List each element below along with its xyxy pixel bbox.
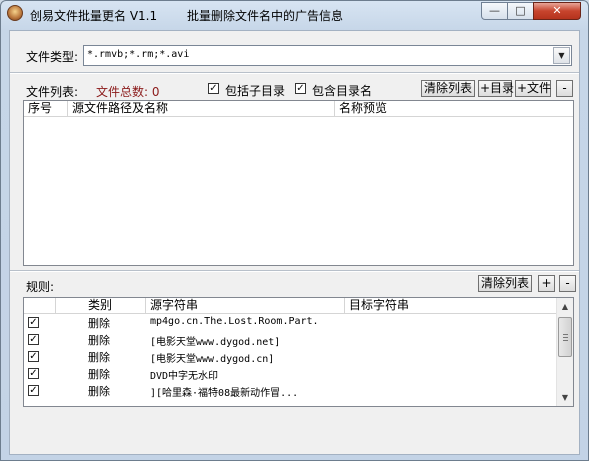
maximize-icon: □ [515,4,526,17]
scroll-up-icon[interactable]: ▲ [557,298,573,315]
rules-list-header: 类别 源字符串 目标字符串 [24,298,557,314]
file-count: 文件总数: 0 [96,85,160,99]
rule-enabled-checkbox[interactable]: ✓ [28,368,39,379]
filetype-combobox[interactable]: *.rmvb;*.rm;*.avi ▼ [83,45,572,66]
add-rule-button[interactable]: + [538,275,555,292]
rules-scrollbar[interactable]: ▲ ▼ [556,298,573,406]
column-header-preview[interactable]: 名称预览 [335,101,573,116]
file-listview[interactable]: 序号 源文件路径及名称 名称预览 [23,100,574,266]
check-icon: ✓ [209,83,218,94]
remove-file-button[interactable]: - [556,80,573,97]
filetype-value: *.rmvb;*.rm;*.avi [87,49,190,60]
window-subtitle: 批量删除文件名中的广告信息 [187,9,344,23]
column-header-source-string[interactable]: 源字符串 [146,298,345,313]
filetype-label: 文件类型: [26,50,79,64]
app-window: 创易文件批量更名 V1.1 批量删除文件名中的广告信息 — □ ✕ 文件类型: … [0,0,589,461]
rule-row[interactable]: ✓ 删除 ][哈里森·福特08最新动作冒... [24,382,564,399]
include-dirname-label: 包含目录名 [312,84,373,98]
minimize-icon: — [489,4,500,17]
rule-source-string: mp4go.cn.The.Lost.Room.Part. [150,316,319,327]
check-icon: ✓ [29,351,38,362]
include-subdirs-checkbox[interactable]: ✓ [208,83,219,94]
column-header-category[interactable]: 类别 [56,298,146,313]
rule-category: 删除 [88,351,110,364]
remove-rule-button[interactable]: - [559,275,576,292]
window-title: 创易文件批量更名 V1.1 [30,9,158,23]
rules-label: 规则: [26,280,55,294]
title-bar[interactable]: 创易文件批量更名 V1.1 批量删除文件名中的广告信息 — □ ✕ [1,1,588,28]
rule-source-string: [电影天堂www.dygod.cn] [150,354,275,365]
divider [10,270,579,272]
column-header-enabled[interactable] [24,298,56,313]
clear-files-button[interactable]: 清除列表 [421,80,475,97]
close-button[interactable]: ✕ [533,2,581,20]
add-file-button[interactable]: +文件 [515,80,551,97]
maximize-button[interactable]: □ [507,2,534,20]
rule-enabled-checkbox[interactable]: ✓ [28,351,39,362]
rules-listview[interactable]: 类别 源字符串 目标字符串 ✓ 删除 mp4go.cn.The.Lost.Room.… [23,297,574,407]
main-panel: 文件类型: *.rmvb;*.rm;*.avi ▼ 文件列表: 文件总数: 0 … [9,30,580,455]
check-icon: ✓ [29,334,38,345]
rule-category: 删除 [88,334,110,347]
scroll-down-icon[interactable]: ▼ [557,389,573,406]
column-header-index[interactable]: 序号 [24,101,68,116]
check-icon: ✓ [29,368,38,379]
rule-row[interactable]: ✓ 删除 mp4go.cn.The.Lost.Room.Part. [24,314,564,331]
column-header-target-string[interactable]: 目标字符串 [345,298,557,313]
divider [10,72,579,74]
rule-enabled-checkbox[interactable]: ✓ [28,334,39,345]
include-dirname-checkbox[interactable]: ✓ [295,83,306,94]
rule-category: 删除 [88,317,110,330]
file-list-header: 序号 源文件路径及名称 名称预览 [24,101,573,117]
close-icon: ✕ [552,4,562,17]
rule-row[interactable]: ✓ 删除 [电影天堂www.dygod.cn] [24,348,564,365]
check-icon: ✓ [296,83,305,94]
rule-source-string: [电影天堂www.dygod.net] [150,337,281,348]
scroll-thumb[interactable] [558,317,572,357]
include-subdirs-label: 包括子目录 [225,84,286,98]
rule-row[interactable]: ✓ 删除 [电影天堂www.dygod.net] [24,331,564,348]
check-icon: ✓ [29,317,38,328]
rule-row[interactable]: ✓ 删除 DVD中字无水印 [24,365,564,382]
rule-category: 删除 [88,385,110,398]
check-icon: ✓ [29,385,38,396]
chevron-down-icon[interactable]: ▼ [553,47,570,64]
rule-enabled-checkbox[interactable]: ✓ [28,385,39,396]
add-dir-button[interactable]: +目录 [478,80,514,97]
filelist-label: 文件列表: [26,85,79,99]
rule-source-string: ][哈里森·福特08最新动作冒... [150,388,299,399]
rule-enabled-checkbox[interactable]: ✓ [28,317,39,328]
clear-rules-button[interactable]: 清除列表 [478,275,532,292]
rule-source-string: DVD中字无水印 [150,371,219,382]
rule-category: 删除 [88,368,110,381]
app-logo-icon [7,5,23,21]
minimize-button[interactable]: — [481,2,508,20]
column-header-source-path[interactable]: 源文件路径及名称 [68,101,335,116]
